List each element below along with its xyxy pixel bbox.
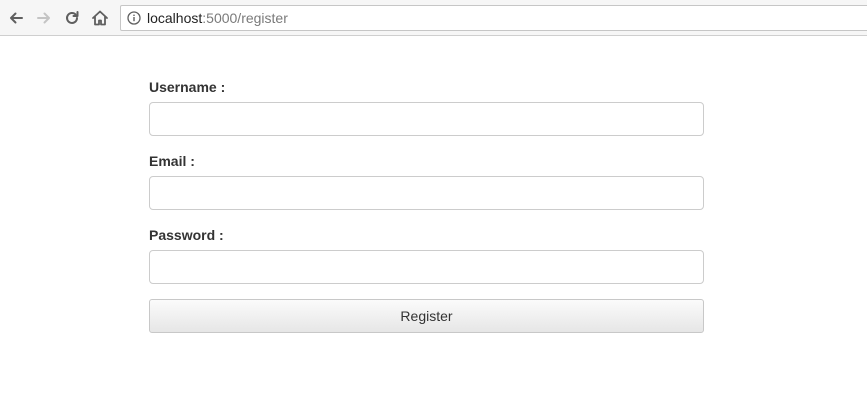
back-button[interactable] bbox=[4, 6, 28, 30]
reload-button[interactable] bbox=[60, 6, 84, 30]
email-label: Email : bbox=[149, 153, 195, 169]
forward-button[interactable] bbox=[32, 6, 56, 30]
email-input[interactable] bbox=[149, 176, 704, 210]
browser-toolbar: localhost:5000/register bbox=[0, 0, 867, 36]
home-button[interactable] bbox=[88, 6, 112, 30]
url-path: :5000/register bbox=[202, 10, 288, 26]
back-arrow-icon bbox=[8, 10, 24, 26]
url-host: localhost bbox=[147, 10, 203, 26]
password-input[interactable] bbox=[149, 250, 704, 284]
password-label: Password : bbox=[149, 227, 224, 243]
username-input[interactable] bbox=[149, 102, 704, 136]
home-icon bbox=[91, 9, 109, 27]
info-icon[interactable] bbox=[127, 11, 141, 25]
url-text: localhost:5000/register bbox=[147, 10, 288, 26]
forward-arrow-icon bbox=[36, 10, 52, 26]
reload-icon bbox=[64, 10, 80, 26]
username-label: Username : bbox=[149, 79, 226, 95]
register-button[interactable]: Register bbox=[149, 299, 704, 333]
address-bar[interactable]: localhost:5000/register bbox=[120, 5, 867, 31]
register-form: Username : Email : Password : Register bbox=[149, 36, 704, 333]
